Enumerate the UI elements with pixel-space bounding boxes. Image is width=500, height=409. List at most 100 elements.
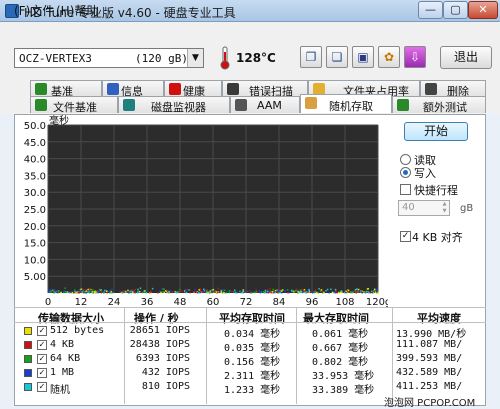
row-checkbox[interactable]: ✓	[37, 354, 47, 364]
sample-point	[109, 289, 112, 292]
sample-point	[356, 288, 358, 290]
spin-down-icon[interactable]: ▼	[440, 208, 449, 215]
sample-point	[96, 291, 99, 293]
sample-point	[125, 291, 127, 294]
sample-point	[151, 287, 154, 290]
start-button[interactable]: 开始	[404, 122, 468, 141]
row-checkbox[interactable]: ✓	[37, 368, 47, 378]
sample-point	[93, 291, 96, 294]
tab-info[interactable]: 信息	[102, 80, 164, 97]
tab-random-access[interactable]: 随机存取	[300, 94, 392, 113]
write-radio[interactable]	[400, 167, 411, 178]
options-icon[interactable]: ✿	[378, 46, 400, 68]
sample-point	[109, 291, 111, 294]
sample-point	[139, 287, 142, 289]
x-tick-label: 84	[273, 297, 286, 307]
tab-extra-tests[interactable]: 额外测试	[392, 96, 486, 113]
tab-benchmark[interactable]: 基准	[30, 80, 102, 97]
sample-point	[282, 289, 285, 291]
sample-point	[274, 289, 277, 292]
sample-point	[163, 291, 166, 294]
x-tick-label: 120gB	[366, 297, 388, 307]
tab-erase[interactable]: 删除	[420, 80, 486, 97]
spin-up-icon[interactable]: ▲	[440, 201, 449, 208]
row-checkbox[interactable]: ✓	[37, 382, 47, 392]
sample-point	[334, 290, 337, 293]
minimize-button[interactable]: —	[418, 1, 443, 19]
tab-file-benchmark[interactable]: 文件基准	[30, 96, 118, 113]
temperature-label: 128°C	[236, 51, 276, 65]
tab-health[interactable]: 健康	[164, 80, 222, 97]
sample-point	[138, 290, 141, 293]
sample-point	[198, 291, 200, 294]
copy-text-icon[interactable]: ❐	[300, 46, 322, 68]
sample-point	[98, 290, 101, 293]
sample-point	[119, 290, 121, 293]
row-checkbox[interactable]: ✓	[37, 326, 47, 336]
sample-point	[220, 291, 223, 294]
header-max-access: 最大存取时间	[303, 312, 369, 325]
exit-button[interactable]: 退出	[440, 46, 492, 69]
short-stroke-checkbox[interactable]	[400, 184, 411, 195]
sample-point	[233, 290, 235, 293]
speaker-icon	[235, 99, 247, 111]
sample-point	[239, 291, 242, 294]
sample-point	[211, 289, 213, 291]
x-tick-label: 48	[174, 297, 187, 307]
sample-point	[281, 290, 283, 292]
sample-point	[242, 289, 245, 291]
menu-file[interactable]: (F)文件	[14, 2, 54, 19]
sample-point	[272, 288, 274, 291]
sample-point	[249, 290, 251, 292]
benchmark-icon	[35, 83, 47, 95]
sample-point	[143, 291, 146, 294]
sample-point	[308, 289, 311, 292]
sample-point	[278, 290, 281, 292]
sample-point	[70, 291, 72, 293]
sample-point	[185, 291, 188, 294]
close-button[interactable]: ✕	[468, 1, 498, 19]
sample-point	[315, 289, 317, 291]
sample-point	[373, 288, 376, 291]
row-avg-speed: 432.589 MB/	[396, 367, 463, 378]
disk-monitor-icon	[123, 99, 135, 111]
sample-point	[56, 291, 58, 294]
maximize-button[interactable]: ▢	[443, 1, 468, 19]
row-avg-speed: 399.593 MB/	[396, 353, 463, 364]
sample-point	[280, 291, 283, 294]
row-iops: 28651 IOPS	[129, 325, 190, 336]
save-icon[interactable]: ▣	[352, 46, 374, 68]
tab-aam[interactable]: AAM	[230, 96, 300, 113]
sample-point	[100, 291, 103, 294]
sample-point	[193, 291, 195, 293]
sample-point	[60, 291, 62, 294]
sample-point	[188, 289, 191, 291]
sample-point	[95, 291, 97, 293]
graph-canvas: 毫秒 50.045.040.035.030.025.020.015.010.05…	[24, 115, 388, 307]
sample-point	[174, 291, 177, 294]
row-iops: 28438 IOPS	[129, 339, 190, 350]
watermark: 泡泡网 PCPOP.COM	[384, 398, 476, 409]
sample-point	[88, 291, 91, 294]
sample-point	[48, 291, 51, 293]
series-color-swatch	[24, 341, 32, 349]
tab-disk-monitor[interactable]: 磁盘监视器	[118, 96, 230, 113]
read-radio[interactable]	[400, 154, 411, 165]
sample-point	[212, 291, 214, 293]
tab-error-scan[interactable]: 错误扫描	[222, 80, 308, 97]
chevron-down-icon[interactable]: ▼	[187, 49, 203, 67]
sample-point	[111, 288, 113, 291]
y-tick-label: 45.0	[24, 138, 46, 149]
sample-point	[296, 288, 298, 291]
copy-screenshot-icon[interactable]: ❏	[326, 46, 348, 68]
row-size: 64 KB	[50, 353, 81, 364]
download-icon[interactable]: ⇩	[404, 46, 426, 68]
sample-point	[65, 291, 67, 293]
menu-help[interactable]: (H)帮助	[56, 2, 98, 19]
drive-select[interactable]: OCZ-VERTEX3 (120 gB) ▼	[14, 48, 204, 68]
y-tick-label: 40.0	[24, 155, 46, 166]
sample-point	[331, 291, 334, 294]
sample-point	[255, 291, 258, 293]
align-4kb-checkbox[interactable]: ✓	[400, 231, 411, 242]
row-checkbox[interactable]: ✓	[37, 340, 47, 350]
